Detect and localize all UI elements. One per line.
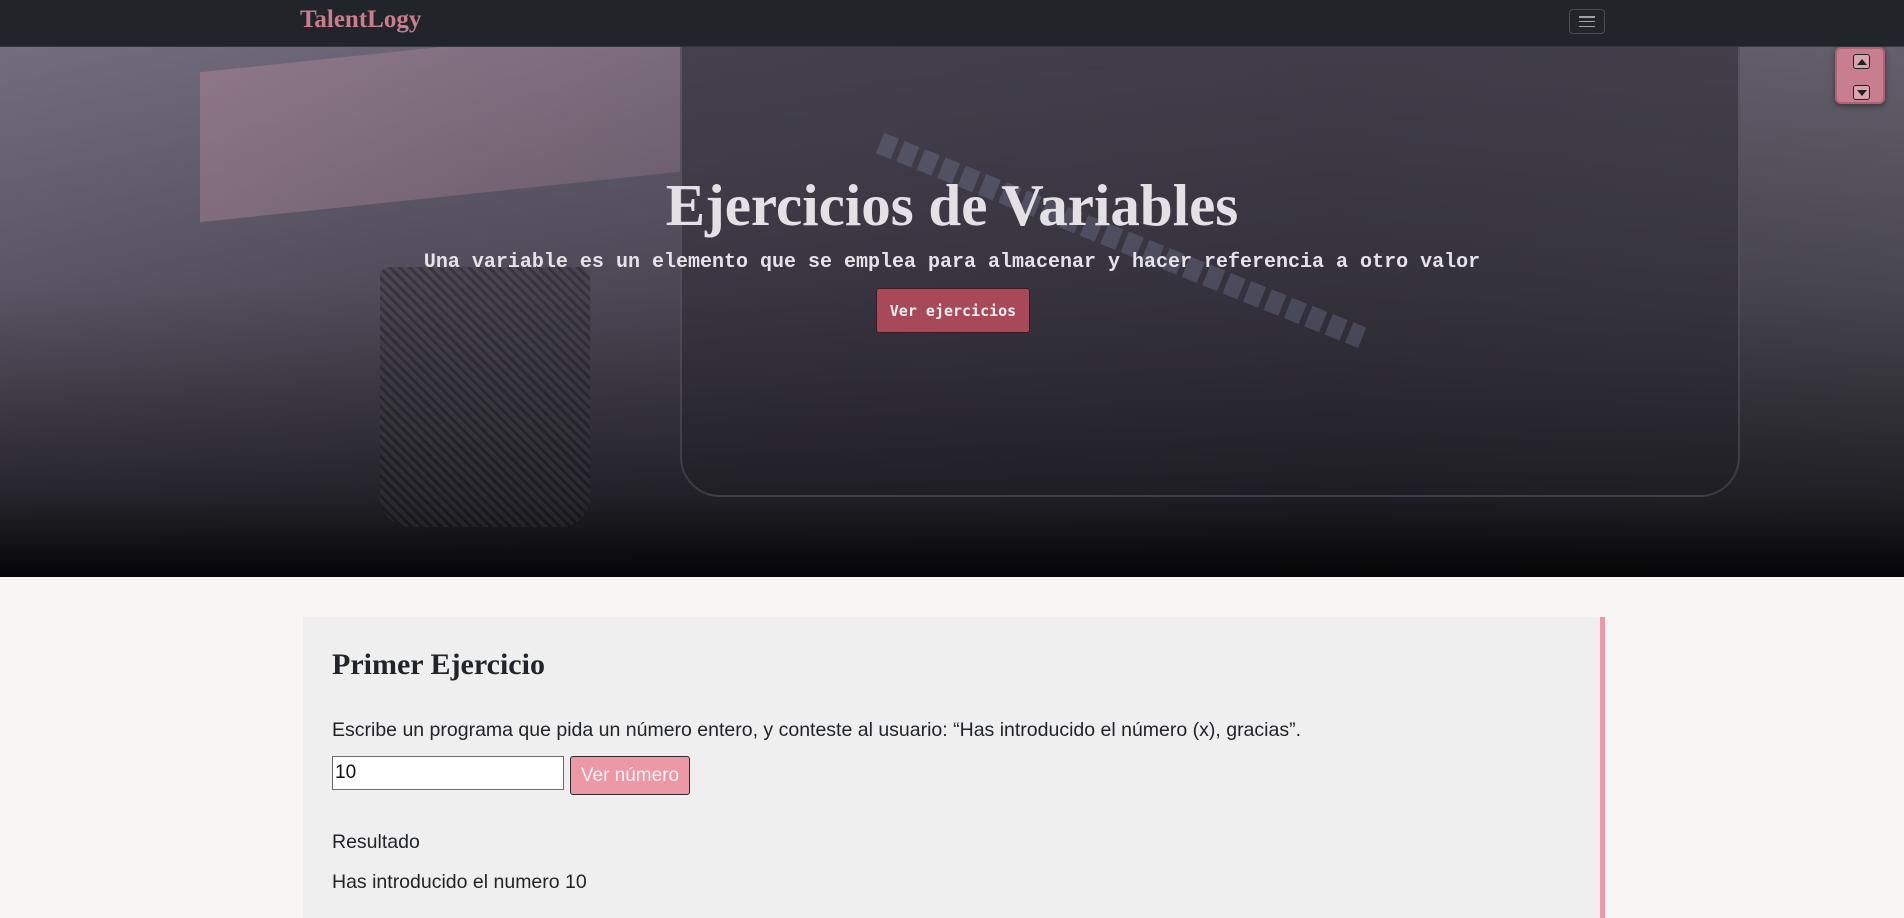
- exercise-card: Primer Ejercicio Escribe un programa que…: [303, 617, 1605, 918]
- hero-title: Ejercicios de Variables: [665, 172, 1239, 238]
- view-exercises-button[interactable]: Ver ejercicios: [876, 288, 1030, 333]
- result-text: Has introducido el numero 10: [332, 871, 587, 893]
- scroll-up-button[interactable]: [1853, 54, 1870, 69]
- scroll-down-button[interactable]: [1853, 85, 1870, 100]
- exercise-title: Primer Ejercicio: [332, 648, 545, 681]
- number-input[interactable]: [332, 756, 564, 790]
- hamburger-icon: [1579, 16, 1595, 27]
- arrow-up-icon: [1856, 58, 1867, 65]
- scroll-navigation-widget: [1835, 47, 1885, 104]
- navbar-toggler-button[interactable]: [1569, 9, 1605, 34]
- exercise-description: Escribe un programa que pida un número e…: [332, 719, 1301, 741]
- hero-subtitle: Una variable es un elemento que se emple…: [423, 251, 1481, 274]
- show-number-button[interactable]: Ver número: [570, 756, 690, 795]
- result-label: Resultado: [332, 831, 420, 853]
- hero-background-pencil-cup: [380, 267, 590, 527]
- arrow-down-icon: [1856, 89, 1867, 96]
- navbar: TalentLogy: [0, 0, 1904, 47]
- brand-logo[interactable]: TalentLogy: [300, 5, 421, 35]
